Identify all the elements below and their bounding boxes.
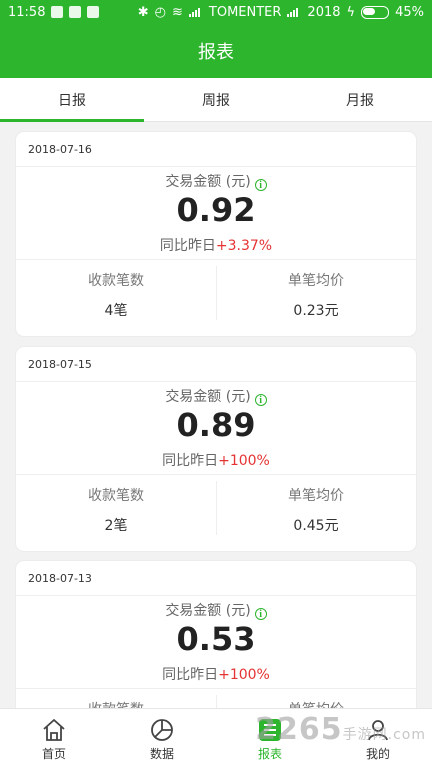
status-bar: 11:58 ✱ ◴ ≋ TOMENTER 2018 ϟ 45% [0, 0, 432, 24]
bottom-navigation: 首页 数据 报表 我的 [0, 708, 432, 769]
nav-mine[interactable]: 我的 [324, 709, 432, 769]
average-price: 单笔均价 [216, 689, 416, 708]
compare-yesterday: 同比昨日+100% [162, 667, 270, 683]
nav-report[interactable]: 报表 [216, 709, 324, 769]
nav-home[interactable]: 首页 [0, 709, 108, 769]
info-icon[interactable]: i [254, 608, 267, 620]
app-notification-icon [69, 6, 82, 18]
alarm-icon: ◴ [154, 4, 166, 20]
home-icon [43, 718, 65, 741]
battery-percent: 45% [395, 4, 424, 20]
tab-monthly[interactable]: 月报 [288, 78, 432, 121]
card-stats: 收款笔数 2笔 单笔均价 0.45元 [16, 475, 416, 541]
card-date: 2018-07-15 [16, 347, 416, 382]
compare-percent: +100% [218, 453, 270, 469]
report-card[interactable]: 2018-07-13 交易金额 (元)i 0.53 同比昨日+100% 收款笔数… [16, 561, 416, 708]
wifi-icon: ≋ [172, 4, 183, 20]
carrier-name-2: 2018 [307, 4, 341, 20]
nav-data[interactable]: 数据 [108, 709, 216, 769]
compare-percent: +100% [218, 667, 270, 683]
amount-label: 交易金额 (元) i [16, 171, 416, 191]
battery-icon [361, 5, 390, 19]
transaction-amount: 0.92 [176, 191, 256, 229]
tab-weekly[interactable]: 周报 [144, 78, 288, 121]
card-stats: 收款笔数 4笔 单笔均价 0.23元 [16, 260, 416, 326]
report-tabs: 日报 周报 月报 [0, 78, 432, 122]
card-stats: 收款笔数 单笔均价 [16, 689, 416, 708]
transaction-amount: 0.89 [176, 406, 256, 444]
info-icon[interactable]: i [254, 179, 267, 191]
payment-count: 收款笔数 2笔 [88, 488, 144, 534]
card-date: 2018-07-13 [16, 561, 416, 596]
app-notification-icon [87, 6, 100, 18]
charging-icon: ϟ [346, 4, 356, 20]
report-card[interactable]: 2018-07-15 交易金额 (元) i 0.89 同比昨日+100% 收款笔数… [16, 347, 416, 551]
compare-yesterday: 同比昨日+3.37% [159, 238, 273, 254]
app-header: 报表 [0, 24, 432, 78]
signal-icon [188, 7, 203, 17]
bluetooth-icon: ✱ [137, 4, 149, 20]
page-title: 报表 [198, 42, 234, 63]
average-price: 单笔均价 0.23元 [216, 260, 416, 326]
report-icon [259, 718, 281, 741]
compare-percent: +3.37% [215, 238, 273, 254]
tab-daily[interactable]: 日报 [0, 78, 144, 122]
status-time: 11:58 [8, 4, 46, 20]
average-price: 单笔均价 0.45元 [216, 475, 416, 541]
payment-count: 收款笔数 4笔 [88, 273, 144, 319]
user-icon [368, 719, 388, 740]
report-list[interactable]: 2018-07-16 交易金额 (元) i 0.92 同比昨日+3.37% 收款笔… [0, 122, 432, 708]
compare-yesterday: 同比昨日+100% [162, 453, 270, 469]
pie-chart-icon [151, 718, 173, 741]
info-icon[interactable]: i [254, 394, 267, 406]
amount-label: 交易金额 (元) i [16, 386, 416, 406]
card-date: 2018-07-16 [16, 132, 416, 167]
app-notification-icon [51, 6, 64, 18]
carrier-name: TOMENTER [208, 4, 282, 20]
report-card[interactable]: 2018-07-16 交易金额 (元) i 0.92 同比昨日+3.37% 收款笔… [16, 132, 416, 336]
payment-count: 收款笔数 [16, 689, 216, 708]
amount-label: 交易金额 (元) i [16, 600, 416, 620]
transaction-amount: 0.53 [176, 620, 256, 658]
signal-icon [287, 7, 301, 17]
